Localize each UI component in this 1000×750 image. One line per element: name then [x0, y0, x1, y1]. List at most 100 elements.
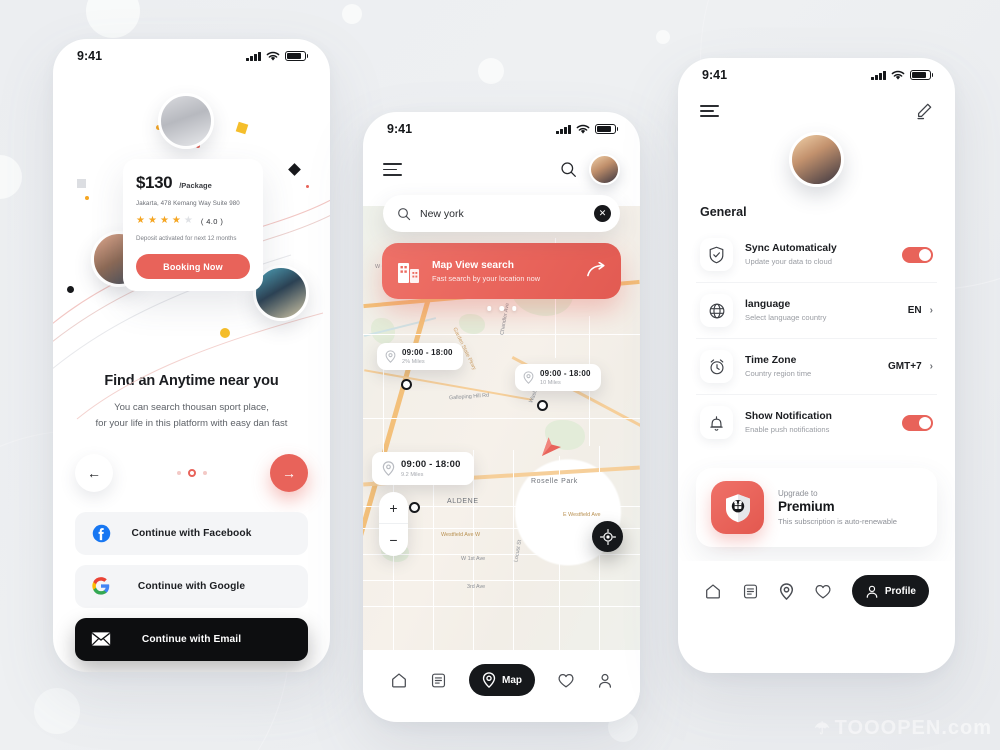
nav-item-feed[interactable] — [742, 583, 759, 600]
setting-text: language Select language country — [745, 299, 896, 322]
watermark-icon: ☂ — [814, 718, 831, 738]
signal-icon — [246, 51, 261, 61]
phone-settings-screen: 9:41 General Sync Automaticaly Update yo… — [678, 58, 955, 673]
decor-circle — [656, 30, 670, 44]
continue-with-google-button[interactable]: Continue with Google — [75, 564, 308, 608]
gallery-thumb-top[interactable] — [158, 93, 214, 149]
setting-row-timezone[interactable]: Time Zone Country region time GMT+7 › — [696, 339, 937, 395]
pager-dot[interactable] — [202, 470, 207, 475]
locate-me-button[interactable] — [592, 521, 623, 552]
sync-toggle[interactable] — [902, 246, 933, 263]
map-park — [459, 314, 485, 334]
nav-item-home[interactable] — [704, 582, 722, 600]
status-time: 9:41 — [387, 122, 413, 136]
language-value[interactable]: EN › — [908, 305, 933, 316]
heart-icon — [558, 673, 574, 687]
pager-dot-active[interactable] — [187, 468, 196, 477]
pin-icon — [385, 350, 396, 363]
nav-item-feed[interactable] — [430, 672, 447, 689]
menu-icon[interactable] — [700, 104, 719, 118]
zoom-in-button[interactable]: + — [379, 492, 408, 524]
booking-now-button[interactable]: Booking Now — [136, 254, 250, 279]
setting-description: Update your data to cloud — [745, 256, 832, 266]
avatar[interactable] — [589, 154, 620, 185]
nav-item-map-active[interactable]: Map — [469, 664, 535, 696]
nav-item-favorites[interactable] — [814, 583, 832, 600]
premium-shield-icon — [711, 481, 764, 534]
battery-icon — [909, 70, 933, 80]
map-marker[interactable] — [401, 379, 412, 390]
map-canvas[interactable]: Kawameeh Park Garden State Pkwy Gallopin… — [363, 206, 640, 650]
map-marker[interactable] — [409, 502, 420, 513]
promo-text: Map View search Fast search by your loca… — [432, 260, 575, 283]
status-bar: 9:41 — [363, 112, 640, 146]
offer-price-unit: /Package — [179, 181, 212, 190]
status-indicators — [246, 51, 308, 62]
chevron-right-icon: › — [929, 361, 933, 372]
map-pin-chip[interactable]: 09:00 - 18:00 9.2 Miles — [372, 452, 474, 485]
pin-time: 09:00 - 18:00 — [540, 369, 591, 378]
setting-description: Enable push notifications — [745, 424, 830, 434]
pin-icon — [523, 371, 534, 384]
arrow-right-icon[interactable] — [586, 262, 606, 280]
map-marker[interactable] — [537, 400, 548, 411]
nav-item-account[interactable] — [597, 672, 613, 689]
close-icon[interactable]: ✕ — [594, 205, 611, 222]
globe-icon — [700, 294, 733, 327]
offer-price-row: $130 /Package — [136, 173, 250, 193]
nav-item-map[interactable] — [779, 582, 794, 600]
map-pin-chip[interactable]: 09:00 - 18:00 10 Miles — [515, 364, 601, 391]
setting-row-sync[interactable]: Sync Automaticaly Update your data to cl… — [696, 227, 937, 283]
menu-icon[interactable] — [383, 163, 402, 176]
map-pin-chip[interactable]: 09:00 - 18:00 2% Miles — [377, 343, 463, 370]
map-road — [559, 456, 561, 650]
star-icon: ★ — [171, 215, 181, 226]
search-icon — [398, 207, 411, 220]
nav-item-map-label: Map — [502, 674, 522, 686]
map-road — [363, 418, 640, 420]
map-label: W 1st Ave — [461, 556, 486, 562]
nav-item-home[interactable] — [390, 671, 408, 689]
status-indicators — [871, 70, 933, 81]
promo-pager-dots — [486, 306, 517, 311]
language-code: EN — [907, 305, 922, 316]
setting-name: Time Zone — [745, 355, 797, 367]
map-label: Roselle Park — [531, 478, 578, 485]
map-label: ALDENE — [447, 498, 479, 505]
search-icon[interactable] — [560, 161, 577, 178]
timezone-value[interactable]: GMT+7 › — [888, 361, 933, 372]
pin-distance: 9.2 Miles — [401, 471, 424, 478]
wifi-icon — [576, 124, 589, 134]
map-view-search-card[interactable]: Map View search Fast search by your loca… — [382, 243, 621, 299]
setting-row-notification[interactable]: Show Notification Enable push notificati… — [696, 395, 937, 450]
settings-list: Sync Automaticaly Update your data to cl… — [678, 219, 955, 450]
avatar[interactable] — [789, 132, 844, 187]
zoom-out-button[interactable]: − — [379, 524, 408, 556]
decor-dot-black — [67, 286, 74, 293]
google-icon — [91, 576, 111, 596]
map-label: E Westfield Ave — [563, 512, 601, 518]
offer-address: Jakarta, 478 Kemang Way Suite 980 — [136, 200, 240, 207]
search-area: New york ✕ — [363, 185, 640, 232]
prev-button[interactable]: ← — [75, 453, 113, 492]
nav-item-favorites[interactable] — [557, 672, 575, 689]
pager-dot[interactable] — [176, 470, 181, 475]
search-input[interactable]: New york ✕ — [383, 195, 620, 232]
edit-pencil-icon[interactable] — [915, 102, 933, 120]
upgrade-premium-card[interactable]: Upgrade to Premium This subscription is … — [696, 468, 937, 547]
crosshair-icon — [599, 528, 616, 545]
setting-row-language[interactable]: language Select language country EN › — [696, 283, 937, 339]
shield-check-icon — [700, 238, 733, 271]
site-watermark: ☂ TOOOPEN.com — [814, 717, 992, 740]
decor-square-yellow — [235, 121, 249, 135]
offer-price: $130 — [136, 173, 173, 192]
next-button[interactable]: → — [270, 453, 308, 492]
continue-with-facebook-button[interactable]: Continue with Facebook — [75, 511, 308, 555]
continue-with-email-button[interactable]: Continue with Email — [75, 617, 308, 661]
notification-toggle[interactable] — [902, 414, 933, 431]
nav-item-profile-active[interactable]: Profile — [851, 575, 929, 607]
offer-card[interactable]: $130 /Package Jakarta, 478 Kemang Way Su… — [123, 159, 263, 291]
alarm-icon — [700, 350, 733, 383]
map-road — [433, 462, 435, 650]
pin-chip-text: 09:00 - 18:00 2% Miles — [402, 348, 453, 365]
